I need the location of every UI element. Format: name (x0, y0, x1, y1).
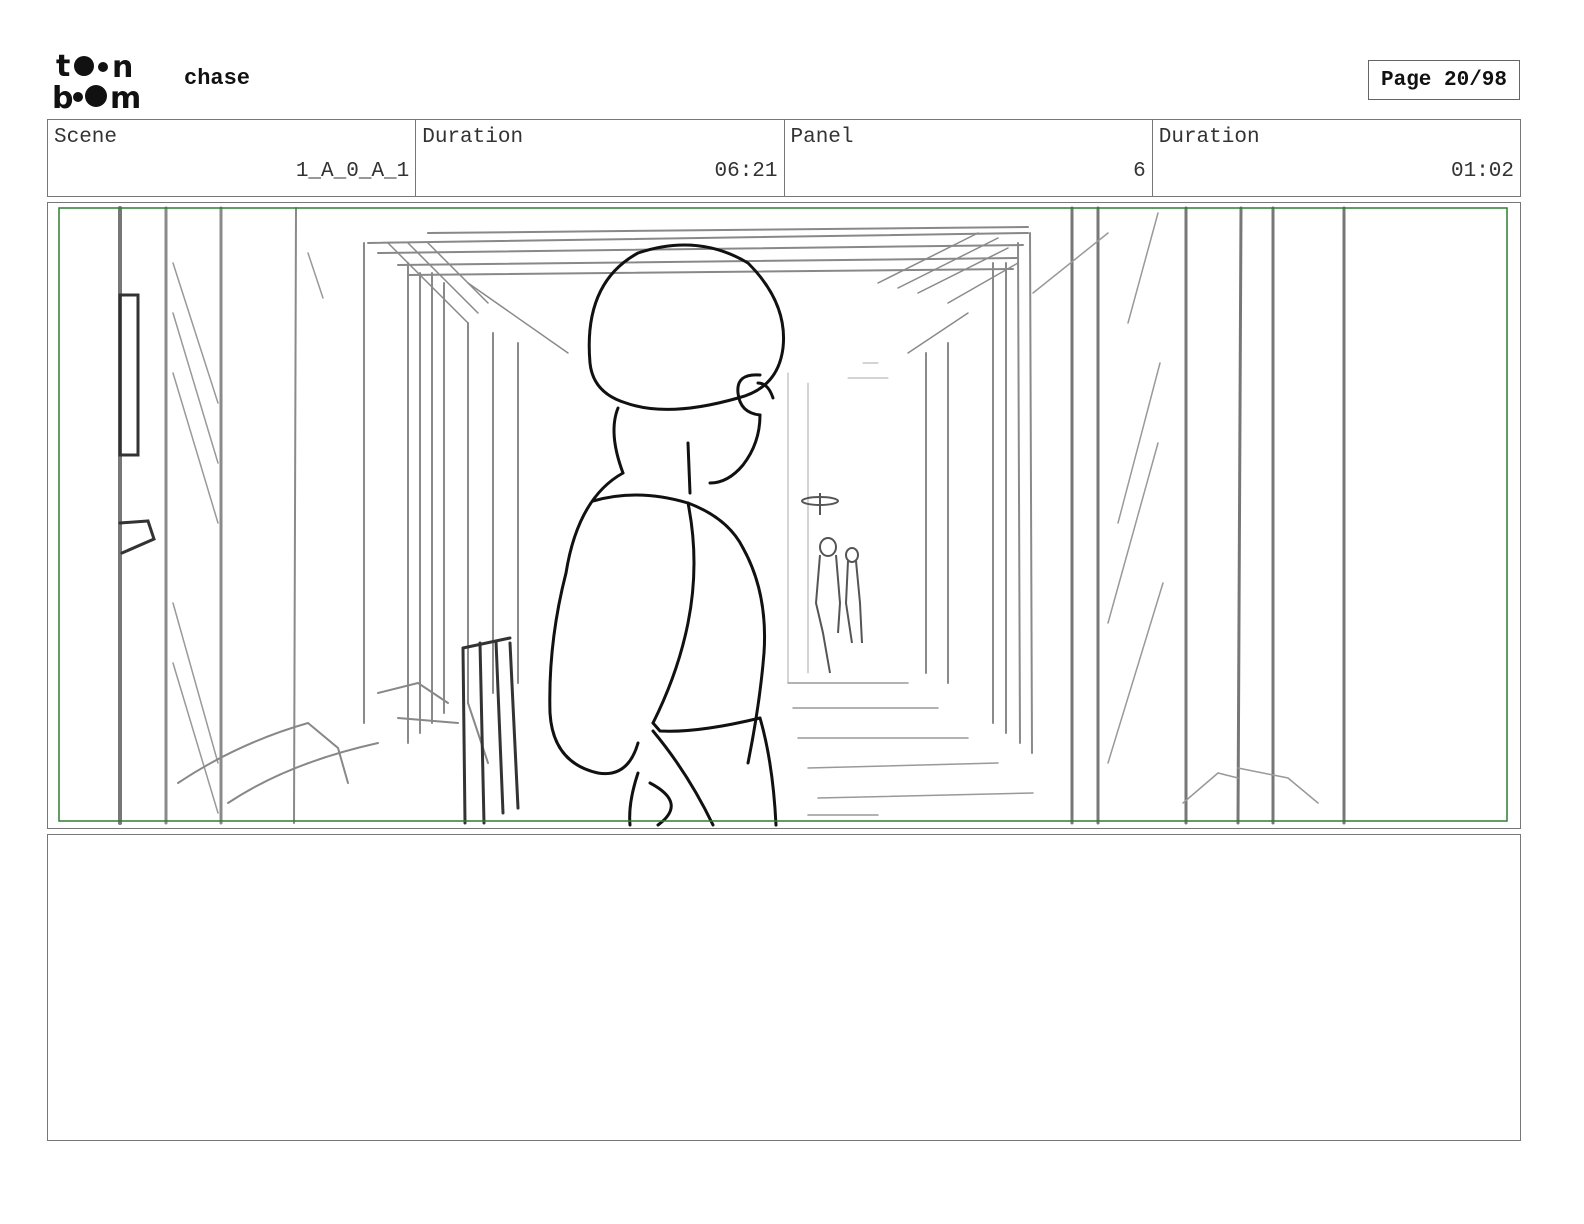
panel-cell: Panel 6 (785, 120, 1153, 196)
panel-info-row: Scene 1_A_0_A_1 Duration 06:21 Panel 6 D… (47, 119, 1521, 197)
page-counter: Page 20/98 (1368, 60, 1520, 100)
svg-text:b: b (52, 81, 73, 112)
storyboard-panel (47, 202, 1521, 829)
panel-duration-label: Duration (1158, 126, 1260, 149)
panel-sketch (58, 206, 1508, 827)
safe-area-frame (58, 207, 1508, 822)
distant-figures (801, 493, 863, 674)
foreground-character (548, 243, 786, 827)
project-title: chase (184, 66, 251, 91)
scene-value: 1_A_0_A_1 (295, 160, 410, 183)
hallway-sketch (118, 206, 1346, 825)
panel-duration-cell: Duration 01:02 (1153, 120, 1520, 196)
svg-text:m: m (110, 81, 141, 112)
panel-notes-box[interactable] (47, 834, 1521, 1141)
svg-text:n: n (112, 50, 133, 85)
toon-boom-logo: t n b m (52, 49, 164, 116)
scene-duration-cell: Duration 06:21 (416, 120, 785, 196)
scene-cell: Scene 1_A_0_A_1 (48, 120, 417, 196)
panel-label: Panel (790, 126, 854, 149)
svg-text:t: t (56, 50, 70, 84)
scene-label: Scene (54, 126, 118, 149)
panel-duration-value: 01:02 (1450, 160, 1514, 183)
scene-duration-label: Duration (422, 126, 524, 149)
panel-value: 6 (1133, 160, 1146, 183)
scene-duration-value: 06:21 (714, 160, 778, 183)
